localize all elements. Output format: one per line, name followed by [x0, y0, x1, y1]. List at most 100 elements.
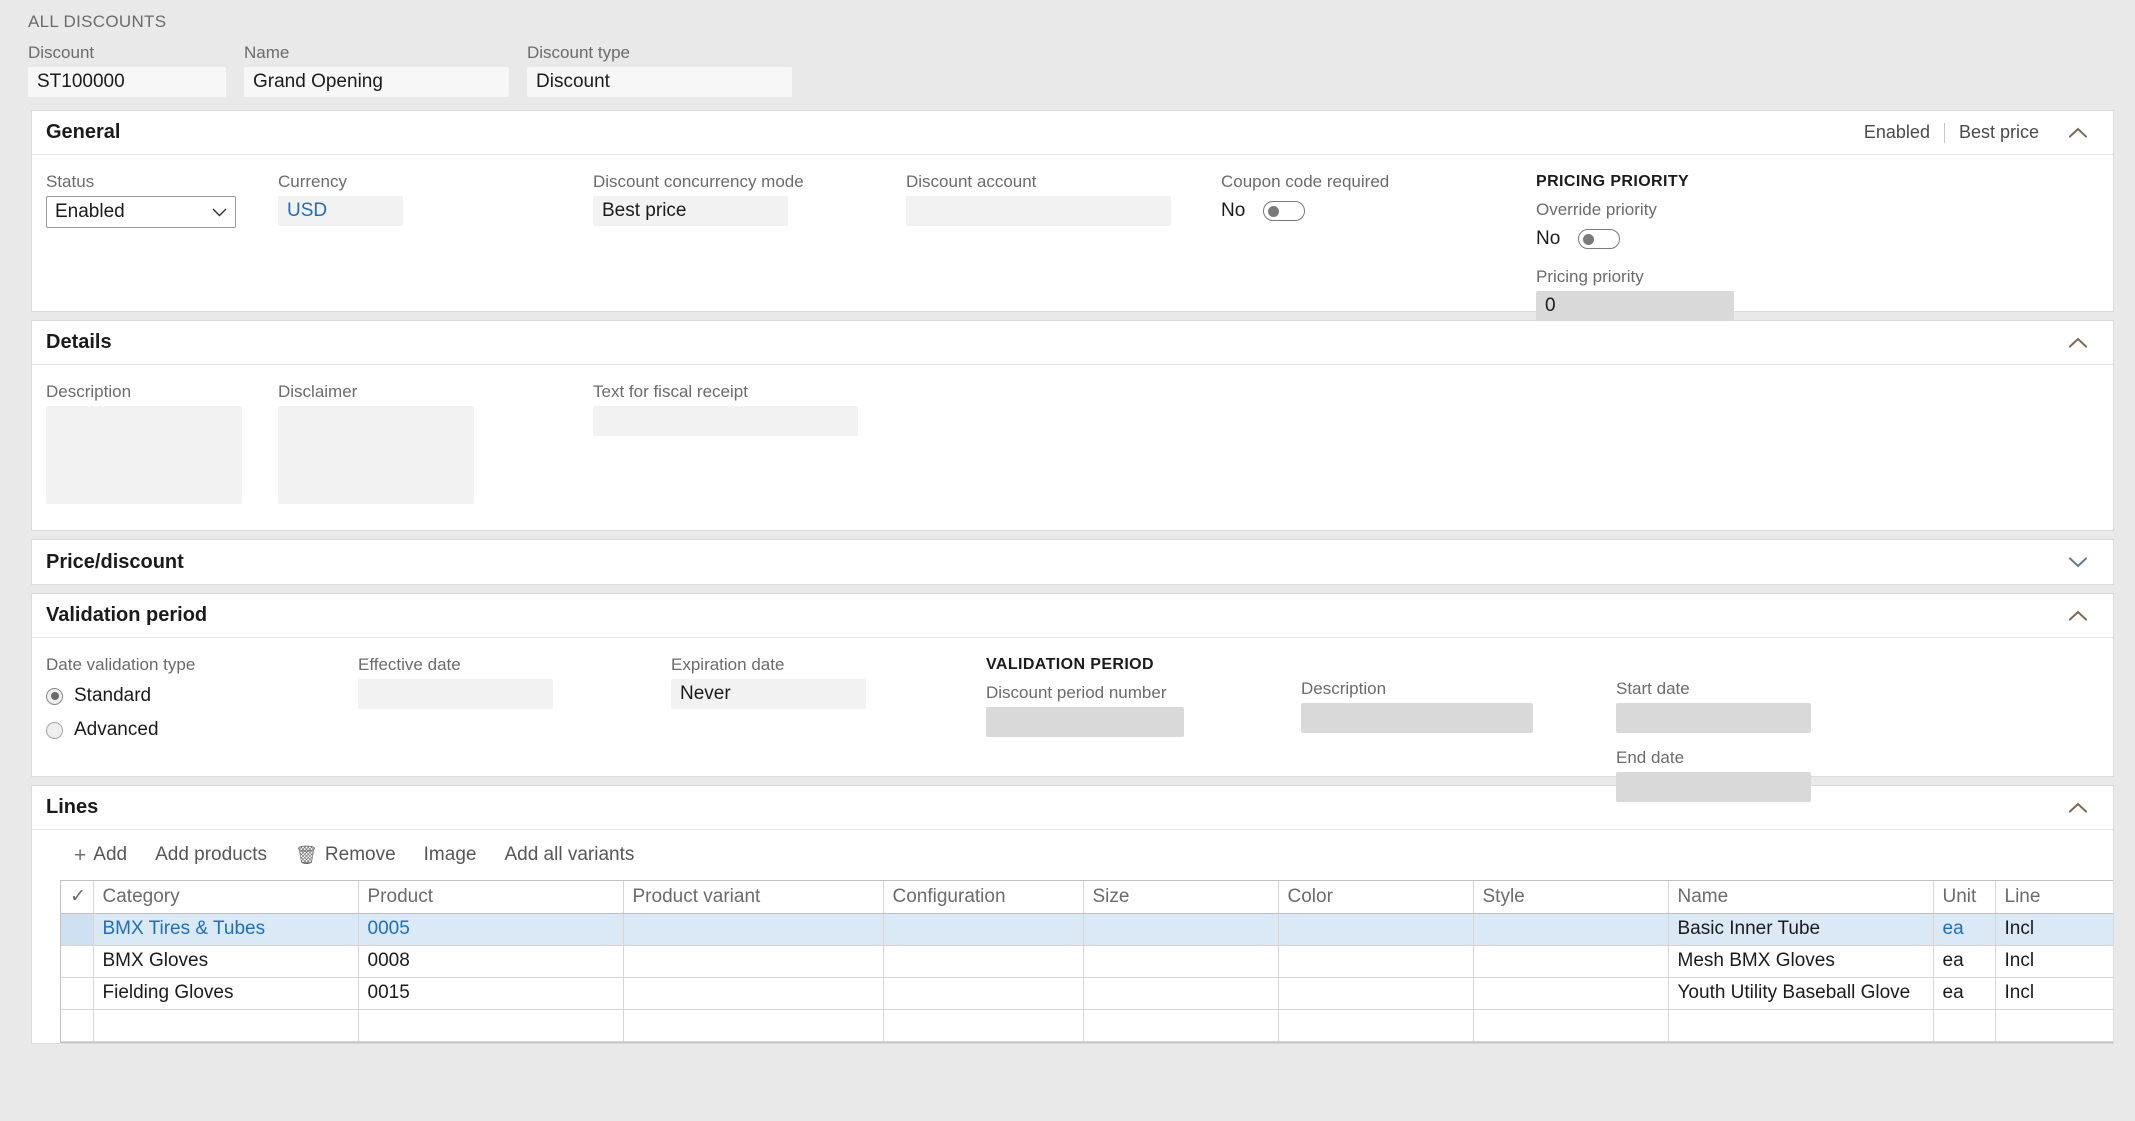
- cell-name[interactable]: Youth Utility Baseball Glove: [1668, 977, 1934, 1010]
- select-all-checkbox[interactable]: ✓: [61, 881, 94, 914]
- panel-details-header[interactable]: Details: [32, 321, 2113, 365]
- table-row[interactable]: BMX Gloves 0008 Mesh BMX Gloves ea Incl: [61, 945, 2113, 978]
- col-line[interactable]: Line: [1995, 881, 2113, 914]
- table-row[interactable]: BMX Tires & Tubes 0005 Basic Inner Tube …: [61, 913, 2113, 946]
- panel-stack: General Enabled Best price Status Enable…: [0, 97, 2135, 1043]
- cell-product-variant[interactable]: [623, 945, 884, 978]
- cell-size[interactable]: [1083, 1009, 1279, 1042]
- cell-style[interactable]: [1473, 977, 1669, 1010]
- override-priority-toggle[interactable]: [1578, 229, 1621, 249]
- chevron-down-icon[interactable]: [2065, 549, 2091, 575]
- chevron-up-icon[interactable]: [2065, 120, 2091, 146]
- cell-category[interactable]: BMX Gloves: [93, 945, 359, 978]
- discount-period-number-input[interactable]: [986, 707, 1184, 737]
- discount-account-input[interactable]: [906, 196, 1171, 226]
- cell-size[interactable]: [1083, 945, 1279, 978]
- lines-grid[interactable]: ✓ Category Product Product variant Confi…: [60, 880, 2113, 1043]
- col-name[interactable]: Name: [1668, 881, 1934, 914]
- cell-style[interactable]: [1473, 1009, 1669, 1042]
- expiration-date-input[interactable]: Never: [671, 679, 866, 709]
- start-date-input[interactable]: [1616, 703, 1811, 733]
- chevron-up-icon[interactable]: [2065, 795, 2091, 821]
- row-checkbox[interactable]: [61, 1009, 94, 1042]
- chevron-up-icon[interactable]: [2065, 603, 2091, 629]
- radio-advanced[interactable]: Advanced: [46, 713, 358, 747]
- row-checkbox[interactable]: [61, 945, 94, 978]
- col-style[interactable]: Style: [1473, 881, 1669, 914]
- cell-line[interactable]: Incl: [1995, 913, 2113, 946]
- pricing-priority-input[interactable]: 0: [1536, 291, 1734, 321]
- cell-configuration[interactable]: [883, 913, 1084, 946]
- table-row[interactable]: [61, 1009, 2113, 1042]
- discount-type-input[interactable]: Discount: [527, 67, 792, 97]
- cell-color[interactable]: [1278, 1009, 1474, 1042]
- col-product[interactable]: Product: [358, 881, 624, 914]
- cell-style[interactable]: [1473, 945, 1669, 978]
- effective-date-input[interactable]: [358, 679, 553, 709]
- panel-general-header[interactable]: General Enabled Best price: [32, 111, 2113, 155]
- cell-product-variant[interactable]: [623, 1009, 884, 1042]
- cell-unit[interactable]: ea: [1933, 977, 1996, 1010]
- image-button[interactable]: Image: [410, 840, 491, 870]
- cell-name[interactable]: Mesh BMX Gloves: [1668, 945, 1934, 978]
- cell-configuration[interactable]: [883, 977, 1084, 1010]
- chevron-up-icon[interactable]: [2065, 330, 2091, 356]
- cell-size[interactable]: [1083, 913, 1279, 946]
- disclaimer-textarea[interactable]: [278, 406, 474, 504]
- cell-product-variant[interactable]: [623, 977, 884, 1010]
- cell-color[interactable]: [1278, 945, 1474, 978]
- col-configuration[interactable]: Configuration: [883, 881, 1084, 914]
- cell-configuration[interactable]: [883, 945, 1084, 978]
- cell-color[interactable]: [1278, 913, 1474, 946]
- breadcrumb[interactable]: ALL DISCOUNTS: [0, 10, 2135, 34]
- remove-button[interactable]: 🗑 Remove: [281, 840, 410, 870]
- add-button[interactable]: + Add: [60, 840, 141, 870]
- cell-product-variant[interactable]: [623, 913, 884, 946]
- vp-description-input[interactable]: [1301, 703, 1533, 733]
- row-checkbox[interactable]: [61, 977, 94, 1010]
- cell-unit[interactable]: [1933, 1009, 1996, 1042]
- cell-product[interactable]: 0008: [358, 945, 624, 978]
- cell-style[interactable]: [1473, 913, 1669, 946]
- col-color[interactable]: Color: [1278, 881, 1474, 914]
- description-textarea[interactable]: [46, 406, 242, 504]
- name-input[interactable]: Grand Opening: [244, 67, 509, 97]
- col-size[interactable]: Size: [1083, 881, 1279, 914]
- status-select[interactable]: Enabled: [46, 196, 236, 228]
- coupon-required-toggle[interactable]: [1263, 201, 1306, 221]
- cell-name[interactable]: Basic Inner Tube: [1668, 913, 1934, 946]
- cell-configuration[interactable]: [883, 1009, 1084, 1042]
- panel-validation-period-header[interactable]: Validation period: [32, 594, 2113, 638]
- cell-unit[interactable]: ea: [1933, 913, 1996, 946]
- cell-line[interactable]: [1995, 1009, 2113, 1042]
- discount-input[interactable]: ST100000: [28, 67, 226, 97]
- panel-details-body: Description Disclaimer Text for fiscal r…: [32, 365, 2113, 530]
- cell-category[interactable]: [93, 1009, 359, 1042]
- currency-input[interactable]: USD: [278, 196, 403, 226]
- table-row[interactable]: Fielding Gloves 0015 Youth Utility Baseb…: [61, 977, 2113, 1010]
- col-category[interactable]: Category: [93, 881, 359, 914]
- fiscal-receipt-input[interactable]: [593, 406, 858, 436]
- row-checkbox[interactable]: [61, 913, 94, 946]
- radio-advanced-control[interactable]: [46, 721, 63, 739]
- cell-product[interactable]: 0015: [358, 977, 624, 1010]
- col-unit[interactable]: Unit: [1933, 881, 1996, 914]
- panel-lines-header[interactable]: Lines: [32, 786, 2113, 830]
- radio-standard[interactable]: Standard: [46, 679, 358, 713]
- cell-color[interactable]: [1278, 977, 1474, 1010]
- cell-line[interactable]: Incl: [1995, 945, 2113, 978]
- add-products-button[interactable]: Add products: [141, 840, 281, 870]
- cell-product[interactable]: 0005: [358, 913, 624, 946]
- cell-product[interactable]: [358, 1009, 624, 1042]
- cell-unit[interactable]: ea: [1933, 945, 1996, 978]
- radio-standard-control[interactable]: [46, 687, 63, 705]
- cell-name[interactable]: [1668, 1009, 1934, 1042]
- cell-category[interactable]: BMX Tires & Tubes: [93, 913, 359, 946]
- cell-line[interactable]: Incl: [1995, 977, 2113, 1010]
- cell-category[interactable]: Fielding Gloves: [93, 977, 359, 1010]
- panel-price-discount-header[interactable]: Price/discount: [32, 540, 2113, 584]
- col-product-variant[interactable]: Product variant: [623, 881, 884, 914]
- add-all-variants-button[interactable]: Add all variants: [490, 840, 648, 870]
- concurrency-mode-input[interactable]: Best price: [593, 196, 788, 226]
- cell-size[interactable]: [1083, 977, 1279, 1010]
